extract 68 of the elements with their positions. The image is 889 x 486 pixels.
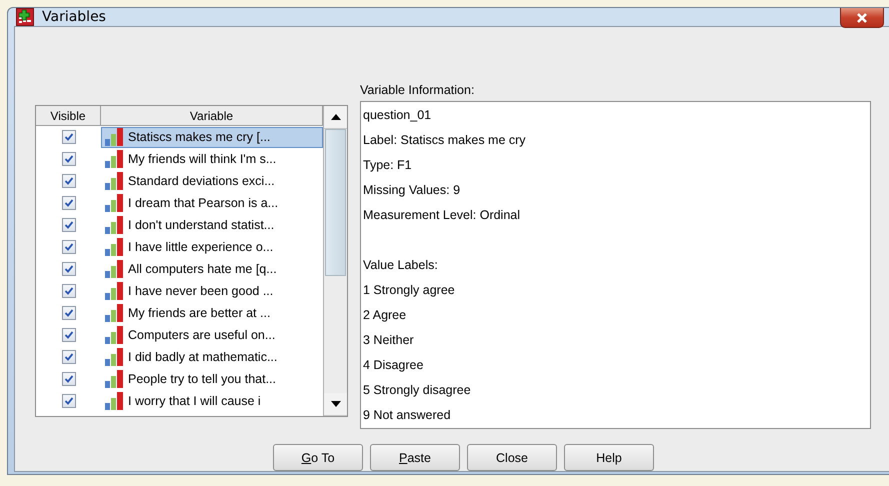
info-line: 2 Agree (363, 307, 408, 324)
scrollbar[interactable] (323, 106, 347, 416)
bar-chart-icon (104, 325, 125, 345)
column-header[interactable]: Visible (36, 106, 101, 126)
info-line: 4 Disagree (363, 357, 424, 374)
scroll-thumb[interactable] (325, 129, 346, 276)
bar-chart-icon (104, 127, 125, 147)
variable-row[interactable]: Standard deviations exci... (101, 170, 323, 192)
variable-row[interactable]: My friends will think I'm s... (101, 148, 323, 170)
info-line: Missing Values: 9 (363, 182, 462, 199)
info-line: Type: F1 (363, 157, 413, 174)
checkbox[interactable] (62, 218, 76, 232)
down-arrow-icon (330, 401, 340, 407)
checkbox[interactable] (62, 174, 76, 188)
variable-row[interactable]: Statiscs makes me cry [... (101, 126, 323, 148)
close-button[interactable] (840, 8, 884, 28)
variable-row[interactable]: I don't understand statist... (101, 214, 323, 236)
info-line: question_01 (363, 107, 432, 124)
checkbox[interactable] (62, 130, 76, 144)
variable-row[interactable]: Computers are useful on... (101, 324, 323, 346)
info-line: 3 Neither (363, 332, 415, 349)
bar-chart-icon (104, 347, 125, 367)
info-line: 9 Not answered (363, 407, 452, 424)
window-title: Variables (42, 9, 106, 25)
variable-row[interactable]: All computers hate me [q... (101, 258, 323, 280)
checkbox[interactable] (62, 284, 76, 298)
info-heading: Variable Information: (360, 82, 476, 99)
dialog-button[interactable]: Close (467, 444, 557, 471)
bar-chart-icon (104, 303, 125, 323)
checkbox[interactable] (62, 394, 76, 408)
variable-row[interactable]: People try to tell you that... (101, 368, 323, 390)
checkbox[interactable] (62, 262, 76, 276)
info-line: 5 Strongly disagree (363, 382, 472, 399)
checkbox[interactable] (62, 328, 76, 342)
info-line: 1 Strongly agree (363, 282, 456, 299)
variable-row[interactable]: I did badly at mathematic... (101, 346, 323, 368)
column-header[interactable]: Variable (101, 106, 323, 126)
checkbox[interactable] (62, 306, 76, 320)
bar-chart-icon (104, 171, 125, 191)
info-line: Measurement Level: Ordinal (363, 207, 522, 224)
up-arrow-icon (330, 114, 340, 120)
variable-row[interactable]: I dream that Pearson is a... (101, 192, 323, 214)
variable-row[interactable]: I worry that I will cause i (101, 390, 323, 412)
bar-chart-icon (104, 391, 125, 411)
bar-chart-icon (104, 215, 125, 235)
variable-row[interactable]: I have little experience o... (101, 236, 323, 258)
close-icon (856, 12, 868, 24)
bar-chart-icon (104, 237, 125, 257)
checkbox[interactable] (62, 372, 76, 386)
dialog-button[interactable]: Go To (273, 444, 363, 471)
bar-chart-icon (104, 259, 125, 279)
bar-chart-icon (104, 281, 125, 301)
scroll-down-button[interactable] (324, 393, 347, 416)
dialog-button[interactable]: Paste (370, 444, 460, 471)
grid-plus-icon (16, 8, 34, 26)
variable-row[interactable]: My friends are better at ... (101, 302, 323, 324)
info-line: Label: Statiscs makes me cry (363, 132, 527, 149)
checkbox[interactable] (62, 350, 76, 364)
checkbox[interactable] (62, 196, 76, 210)
dialog-button[interactable]: Help (564, 444, 654, 471)
variable-row[interactable]: I have never been good ... (101, 280, 323, 302)
info-heading: Value Labels: (363, 257, 439, 274)
checkbox[interactable] (62, 152, 76, 166)
bar-chart-icon (104, 369, 125, 389)
checkbox[interactable] (62, 240, 76, 254)
bar-chart-icon (104, 149, 125, 169)
scroll-up-button[interactable] (324, 106, 347, 129)
bar-chart-icon (104, 193, 125, 213)
